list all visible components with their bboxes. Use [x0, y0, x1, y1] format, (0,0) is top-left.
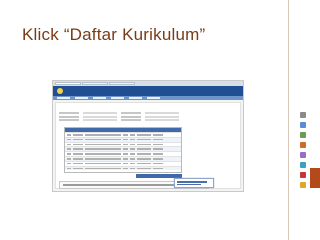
- nav-item[interactable]: [75, 97, 88, 99]
- decorative-accent: [310, 168, 320, 188]
- info-row: [59, 119, 179, 122]
- screenshot-panel: [52, 80, 244, 192]
- bookmark-icon[interactable]: [300, 142, 306, 148]
- nav-item[interactable]: [129, 97, 142, 99]
- info-row: [59, 115, 179, 119]
- info-row: [59, 112, 179, 115]
- site-nav: [53, 96, 243, 100]
- browser-tab[interactable]: [109, 82, 135, 85]
- browser-tab[interactable]: [82, 82, 108, 85]
- page-header: [56, 103, 240, 104]
- university-logo: [57, 88, 63, 94]
- popup-link[interactable]: [177, 181, 207, 183]
- popup-link[interactable]: [177, 183, 201, 186]
- table-row[interactable]: [65, 165, 181, 171]
- krs-table: [64, 127, 182, 173]
- side-toolbar: [300, 112, 310, 192]
- nav-item[interactable]: [57, 97, 70, 99]
- folder-icon[interactable]: [300, 182, 306, 188]
- slide-title: Klick “Daftar Kurikulum”: [22, 25, 206, 44]
- document-icon[interactable]: [300, 122, 306, 128]
- print-icon[interactable]: [300, 152, 306, 158]
- student-info: [59, 112, 179, 123]
- share-icon[interactable]: [300, 162, 306, 168]
- alert-icon[interactable]: [300, 172, 306, 178]
- daftar-kurikulum-popup[interactable]: [174, 178, 214, 188]
- nav-item[interactable]: [147, 97, 160, 99]
- site-banner: [53, 86, 243, 96]
- nav-item[interactable]: [111, 97, 124, 99]
- gear-icon[interactable]: [300, 132, 306, 138]
- search-icon[interactable]: [300, 112, 306, 118]
- nav-item[interactable]: [93, 97, 106, 99]
- page-content: [55, 102, 241, 189]
- decorative-line: [288, 0, 289, 240]
- browser-tab[interactable]: [55, 82, 81, 85]
